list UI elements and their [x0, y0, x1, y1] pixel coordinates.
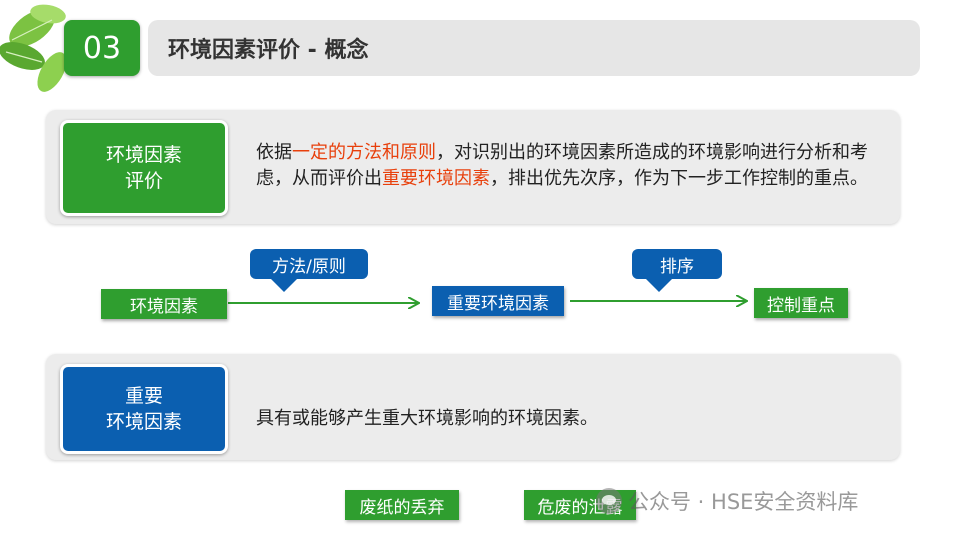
definition-text-part1: 依据	[256, 142, 292, 163]
flow-node-control-focus: 控制重点	[754, 288, 848, 318]
important-text: 具有或能够产生重大环境影响的环境因素。	[256, 408, 598, 429]
callout-ranking: 排序	[632, 249, 722, 279]
important-label-line2: 环境因素	[105, 411, 182, 433]
flow-node-environmental-factors: 环境因素	[101, 289, 227, 319]
callout-method-tail	[270, 278, 298, 292]
definition-text: 依据一定的方法和原则，对识别出的环境因素所造成的环境影响进行分析和考虑，从而评价…	[256, 140, 886, 192]
section-number-badge: 03	[64, 20, 140, 76]
definition-label: 环境因素 评价	[60, 120, 228, 216]
callout-ranking-tail	[645, 278, 673, 292]
watermark-text: 公众号 · HSE安全资料库	[628, 490, 859, 514]
page-title: 环境因素评价 - 概念	[148, 20, 920, 76]
flow-node-important-factors: 重要环境因素	[432, 286, 564, 316]
wechat-icon	[596, 488, 622, 514]
definition-highlight-important: 重要环境因素	[382, 168, 490, 189]
watermark: 公众号 · HSE安全资料库	[596, 486, 858, 516]
definition-text-part3: ，排出优先次序，作为下一步工作控制的重点。	[490, 168, 868, 189]
definition-label-line1: 环境因素	[105, 144, 182, 166]
important-label-line1: 重要	[124, 385, 163, 407]
definition-label-line2: 评价	[124, 170, 163, 192]
important-label: 重要 环境因素	[60, 364, 228, 454]
example-waste-paper: 废纸的丢弃	[345, 490, 459, 520]
callout-method: 方法/原则	[250, 249, 368, 279]
definition-highlight-method: 一定的方法和原则	[292, 142, 436, 163]
